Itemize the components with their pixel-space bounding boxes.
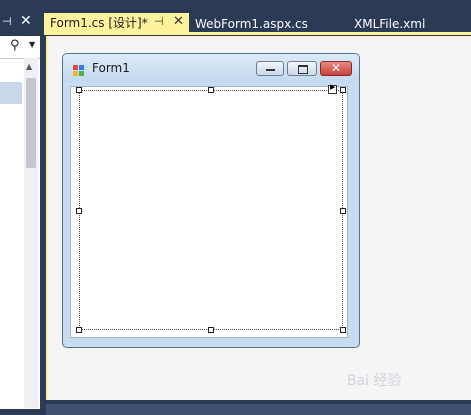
minimize-button[interactable] — [256, 61, 284, 76]
close-icon: ✕ — [331, 61, 342, 75]
close-button[interactable]: ✕ — [320, 61, 352, 76]
tab-xmlfile[interactable]: XMLFile.xml — [354, 13, 425, 34]
pin-icon[interactable]: ⊣ — [154, 15, 164, 28]
smart-tag-icon: ▶ — [330, 83, 336, 91]
smart-tag-button[interactable]: ▶ — [328, 83, 337, 94]
resize-handle-bottom-right[interactable] — [340, 327, 346, 333]
tab-label: Form1.cs [设计]* — [50, 16, 148, 30]
left-panel-header: ⊣ ✕ — [0, 13, 40, 33]
maximize-icon — [298, 65, 308, 74]
resize-handle-bottom-left[interactable] — [76, 327, 82, 333]
resize-handle-top-left[interactable] — [76, 87, 82, 93]
tab-form1-design[interactable]: Form1.cs [设计]* ⊣ ✕ — [44, 13, 189, 33]
form-title: Form1 — [92, 61, 130, 75]
chevron-down-icon[interactable]: ▼ — [29, 40, 35, 49]
tab-label: XMLFile.xml — [354, 17, 426, 31]
bottom-panel-bar — [46, 404, 471, 415]
scrollbar-thumb[interactable] — [26, 78, 36, 168]
selected-control-frame[interactable] — [79, 90, 343, 330]
form-icon — [73, 62, 85, 76]
maximize-button[interactable] — [287, 61, 317, 76]
watermark: Bai 经验 — [347, 373, 402, 389]
resize-handle-top-right[interactable] — [340, 87, 346, 93]
active-tab-underline — [44, 32, 471, 35]
close-icon[interactable]: ✕ — [173, 14, 184, 29]
minimize-icon — [266, 69, 275, 71]
resize-handle-left[interactable] — [76, 208, 82, 214]
resize-handle-bottom[interactable] — [208, 327, 214, 333]
chevron-up-icon[interactable]: ▲ — [26, 62, 32, 71]
resize-handle-right[interactable] — [340, 208, 346, 214]
list-item[interactable] — [0, 82, 22, 104]
pin-icon[interactable]: ⊣ — [2, 15, 12, 28]
tab-label: WebForm1.aspx.cs — [195, 17, 308, 31]
resize-handle-top[interactable] — [208, 87, 214, 93]
left-search-box[interactable]: ⚲ ▼ — [0, 36, 40, 58]
search-icon[interactable]: ⚲ — [10, 38, 20, 53]
close-icon[interactable]: ✕ — [20, 13, 32, 29]
tab-webform1[interactable]: WebForm1.aspx.cs — [195, 13, 308, 34]
